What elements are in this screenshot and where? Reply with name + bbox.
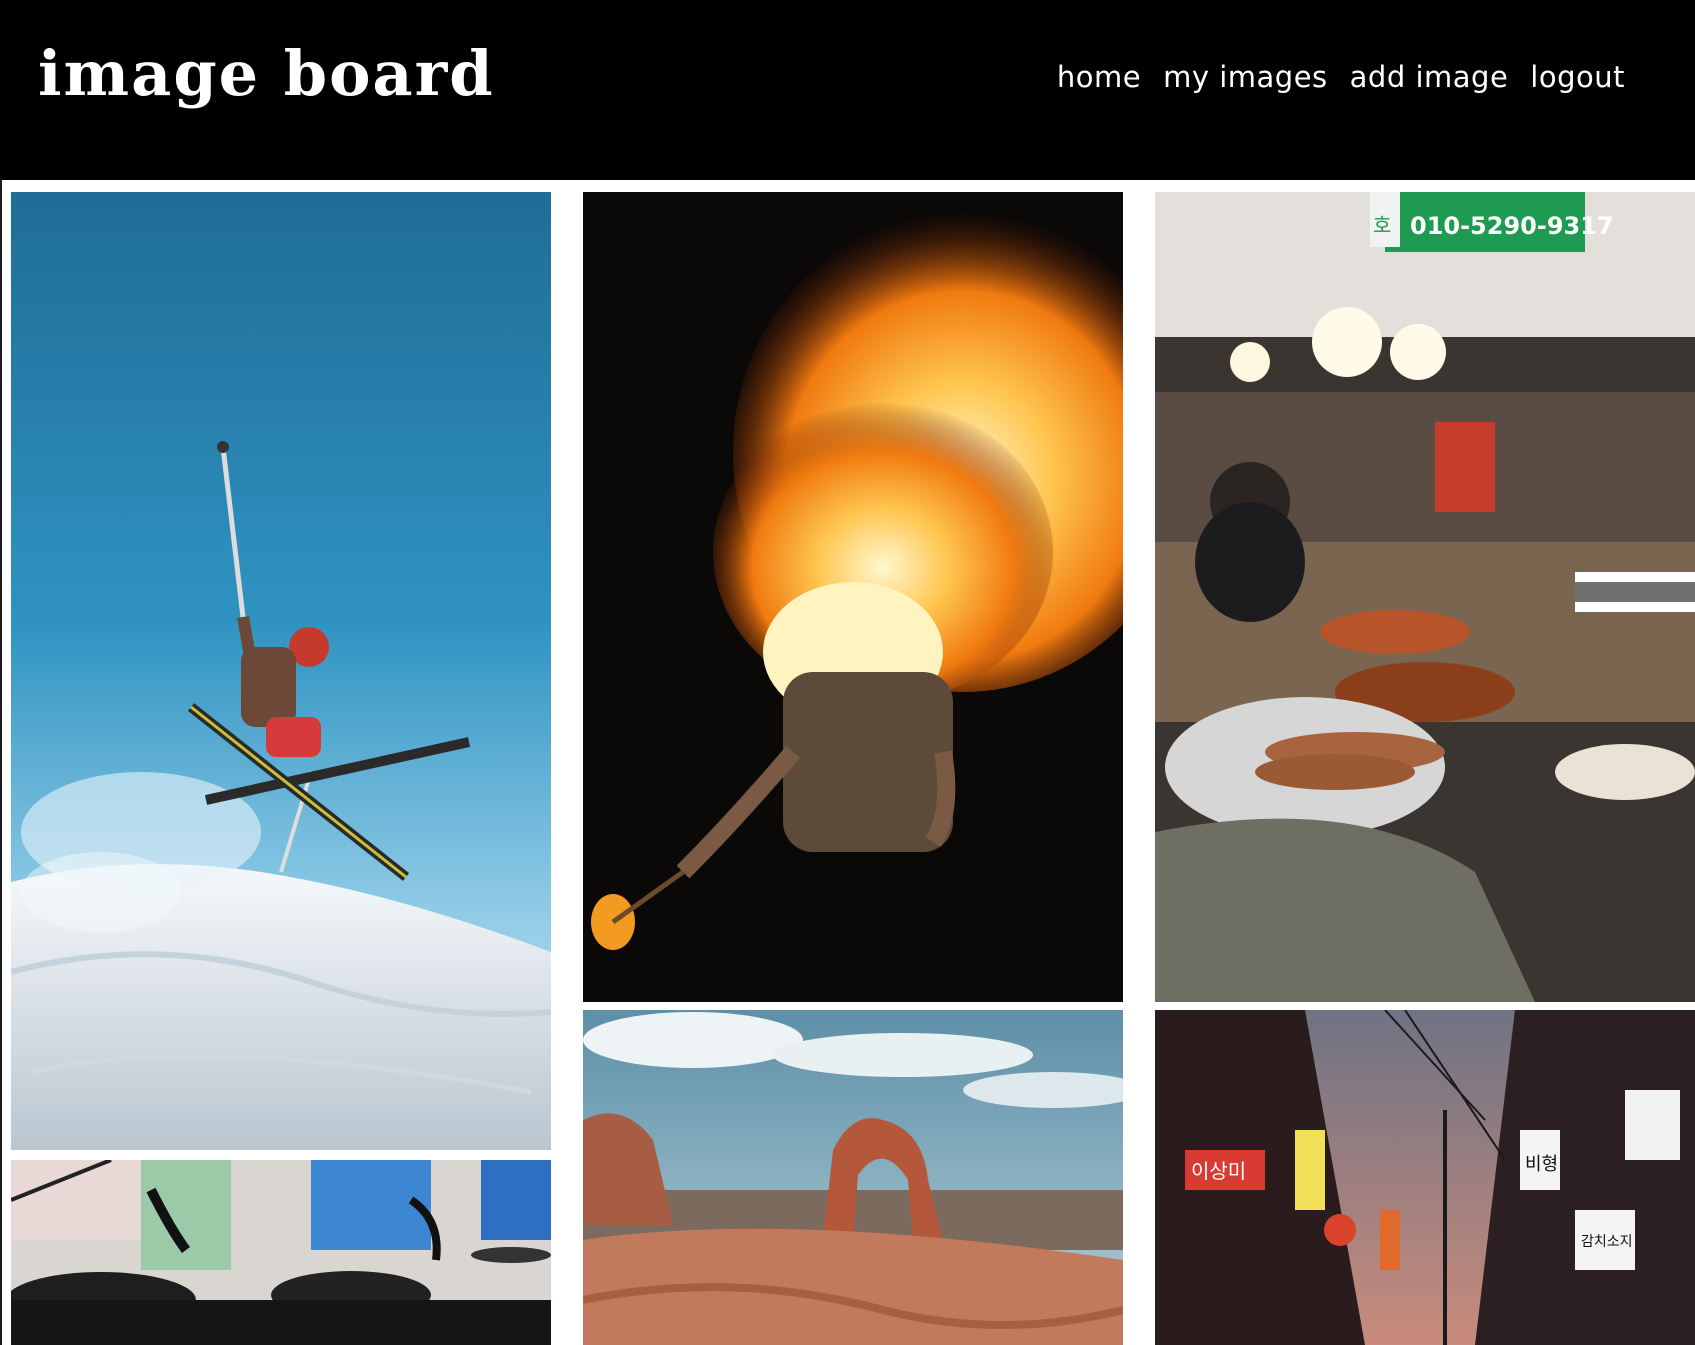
- street-sign-2: 비형: [1525, 1154, 1558, 1175]
- street-sign-3: 감치소지: [1581, 1234, 1633, 1250]
- nav-link-logout[interactable]: logout: [1530, 60, 1625, 94]
- market-photo: 010-5290-9317 호: [1155, 192, 1695, 1002]
- market-phone-number: 010-5290-9317: [1410, 212, 1614, 240]
- skier-photo: [11, 192, 551, 1150]
- image-card-drums[interactable]: [11, 1160, 551, 1345]
- market-stall-number: 호: [1373, 213, 1391, 237]
- street-photo: 이상미 비형 감치소지: [1155, 1010, 1695, 1345]
- image-card-fire-breather[interactable]: [583, 192, 1123, 1002]
- street-sign-1: 이상미: [1191, 1159, 1246, 1183]
- nav-link-add-image[interactable]: add image: [1350, 60, 1509, 94]
- desert-arch-photo: [583, 1010, 1123, 1345]
- image-card-market[interactable]: 010-5290-9317 호: [1155, 192, 1695, 1002]
- nav-link-home[interactable]: home: [1057, 60, 1141, 94]
- drums-photo: [11, 1160, 551, 1345]
- image-card-street[interactable]: 이상미 비형 감치소지: [1155, 1010, 1695, 1345]
- site-header: image board home my images add image log…: [0, 0, 1695, 180]
- image-card-desert-arch[interactable]: [583, 1010, 1123, 1345]
- main-nav: home my images add image logout: [1057, 60, 1625, 94]
- image-card-skier[interactable]: [11, 192, 551, 1150]
- nav-link-my-images[interactable]: my images: [1163, 60, 1328, 94]
- site-title[interactable]: image board: [38, 34, 495, 115]
- image-grid: 010-5290-9317 호 이상미 비형 감치소지: [0, 180, 1695, 1345]
- fire-breather-photo: [583, 192, 1123, 1002]
